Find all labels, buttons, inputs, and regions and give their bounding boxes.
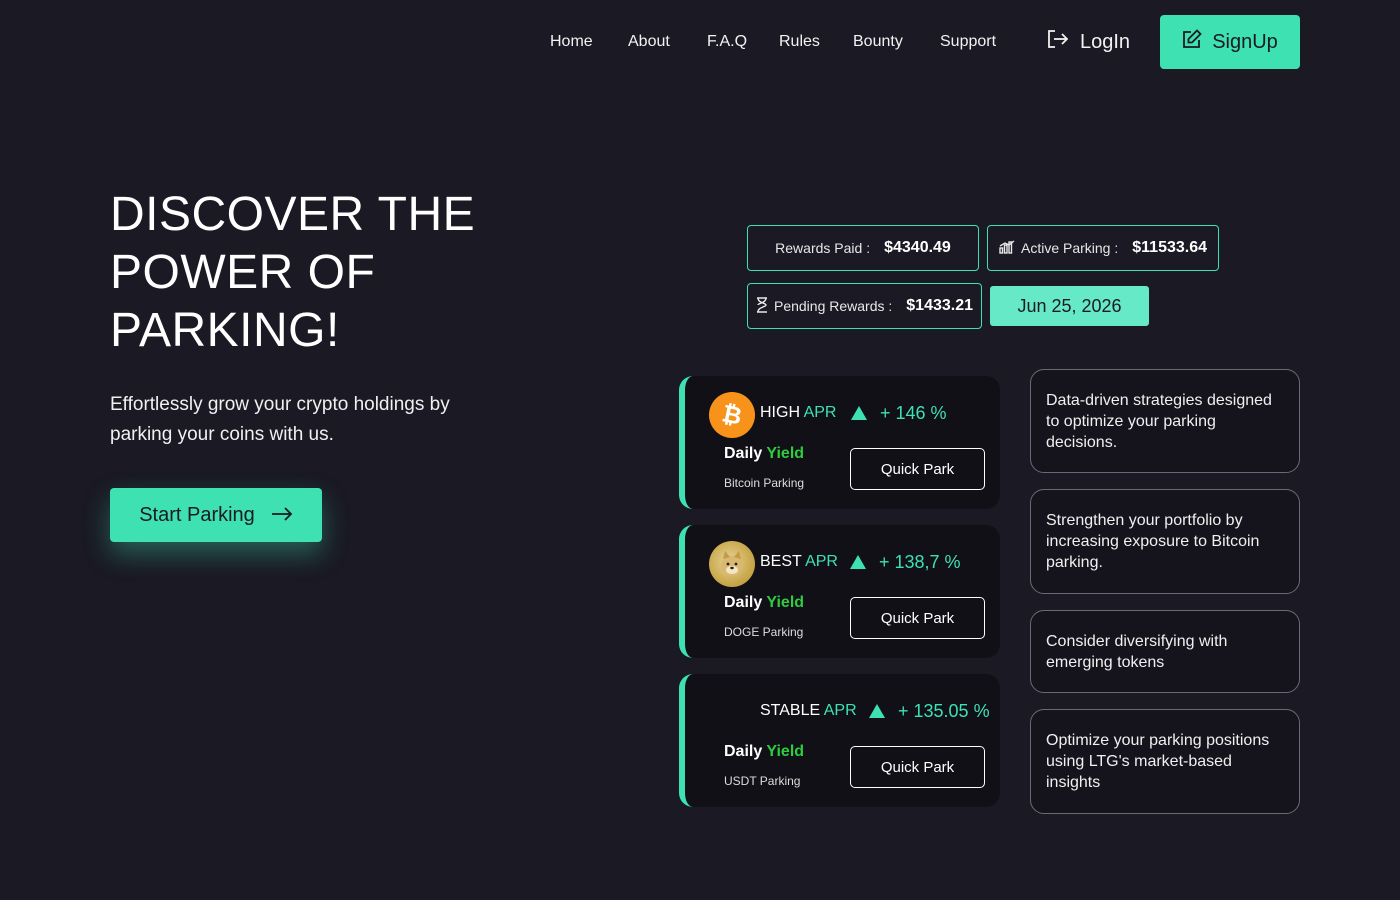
daily-yield: Daily Yield	[724, 743, 804, 761]
triangle-up-icon	[850, 555, 866, 569]
apr-percent: + 138,7 %	[879, 552, 961, 572]
tip-text: Strengthen your portfolio by increasing …	[1046, 512, 1260, 571]
nav-bounty[interactable]: Bounty	[853, 33, 903, 51]
apr-label: APR	[803, 404, 837, 421]
triangle-up-icon	[869, 704, 885, 718]
nav-faq[interactable]: F.A.Q	[707, 33, 747, 51]
start-parking-button[interactable]: Start Parking	[110, 488, 322, 542]
tip-text: Optimize your parking positions using LT…	[1046, 732, 1270, 791]
doge-icon	[709, 541, 755, 587]
edit-icon	[1182, 29, 1202, 55]
hourglass-icon	[756, 296, 768, 316]
start-parking-label: Start Parking	[139, 503, 255, 526]
bitcoin-icon: ₿	[709, 392, 755, 438]
usdt-parking-card: STABLE APR + 135.05 % Daily Yield USDT P…	[679, 674, 1000, 807]
tip-text: Consider diversifying with emerging toke…	[1046, 632, 1228, 671]
tip-card: Strengthen your portfolio by increasing …	[1030, 489, 1300, 594]
yield-label: Yield	[766, 445, 805, 462]
quick-park-button[interactable]: Quick Park	[850, 448, 985, 490]
login-icon	[1046, 29, 1070, 55]
hero-subtitle: Effortlessly grow your crypto holdings b…	[110, 394, 450, 445]
daily-yield: Daily Yield	[724, 594, 804, 612]
triangle-up-icon	[851, 406, 867, 420]
apr-tier: STABLE APR	[760, 702, 857, 720]
coin-parking-label: USDT Parking	[724, 774, 801, 788]
yield-label: Yield	[766, 594, 805, 611]
yield-label: Yield	[766, 743, 805, 760]
login-label: LogIn	[1080, 30, 1131, 53]
top-nav: Home About F.A.Q Rules Bounty Support Lo…	[0, 15, 1400, 69]
pending-rewards-value: $1433.21	[906, 297, 974, 314]
nav-about[interactable]: About	[628, 33, 670, 51]
apr-percent: + 146 %	[880, 403, 947, 423]
apr-percent: + 135.05 %	[898, 701, 990, 721]
rewards-paid-value: $4340.49	[884, 239, 951, 256]
apr-label: APR	[823, 702, 857, 719]
active-parking-stat: Active Parking : $11533.64	[987, 225, 1219, 271]
daily-label: Daily	[724, 594, 763, 611]
tier-label: BEST	[760, 553, 802, 570]
signup-button[interactable]: SignUp	[1160, 15, 1300, 69]
login-button[interactable]: LogIn	[1046, 27, 1130, 57]
bitcoin-parking-card: ₿ HIGH APR + 146 % Daily Yield Bitcoin P…	[679, 376, 1000, 509]
apr-label: APR	[805, 553, 838, 570]
quick-park-button[interactable]: Quick Park	[850, 746, 985, 788]
coin-parking-label: Bitcoin Parking	[724, 476, 805, 490]
rewards-paid-label: Rewards Paid :	[775, 240, 871, 256]
tier-label: STABLE	[760, 702, 821, 719]
tip-card: Consider diversifying with emerging toke…	[1030, 610, 1300, 693]
bar-chart-icon	[999, 239, 1015, 257]
daily-label: Daily	[724, 445, 763, 462]
quick-park-button[interactable]: Quick Park	[850, 597, 985, 639]
tier-label: HIGH	[760, 404, 800, 421]
date-badge: Jun 25, 2026	[990, 286, 1149, 326]
daily-yield: Daily Yield	[724, 445, 804, 463]
apr-tier: BEST APR	[760, 553, 838, 571]
svg-text:₿: ₿	[720, 401, 745, 429]
rewards-paid-stat: Rewards Paid : $4340.49	[747, 225, 979, 271]
hero-title: DISCOVER THE POWER OF PARKING!	[110, 188, 476, 357]
nav-support[interactable]: Support	[940, 33, 996, 51]
active-parking-value: $11533.64	[1132, 239, 1207, 256]
tip-card: Data-driven strategies designed to optim…	[1030, 369, 1300, 473]
nav-home[interactable]: Home	[550, 33, 593, 51]
tip-text: Data-driven strategies designed to optim…	[1046, 391, 1272, 451]
nav-rules[interactable]: Rules	[779, 33, 820, 51]
apr-tier: HIGH APR	[760, 404, 836, 422]
active-parking-label: Active Parking :	[1020, 240, 1119, 256]
doge-parking-card: BEST APR + 138,7 % Daily Yield DOGE Park…	[679, 525, 1000, 658]
signup-label: SignUp	[1212, 30, 1278, 53]
daily-label: Daily	[724, 743, 763, 760]
tip-card: Optimize your parking positions using LT…	[1030, 709, 1300, 814]
arrow-right-icon	[271, 504, 293, 527]
pending-rewards-label: Pending Rewards :	[773, 298, 893, 314]
pending-rewards-stat: Pending Rewards : $1433.21	[747, 283, 982, 329]
coin-parking-label: DOGE Parking	[724, 625, 804, 639]
